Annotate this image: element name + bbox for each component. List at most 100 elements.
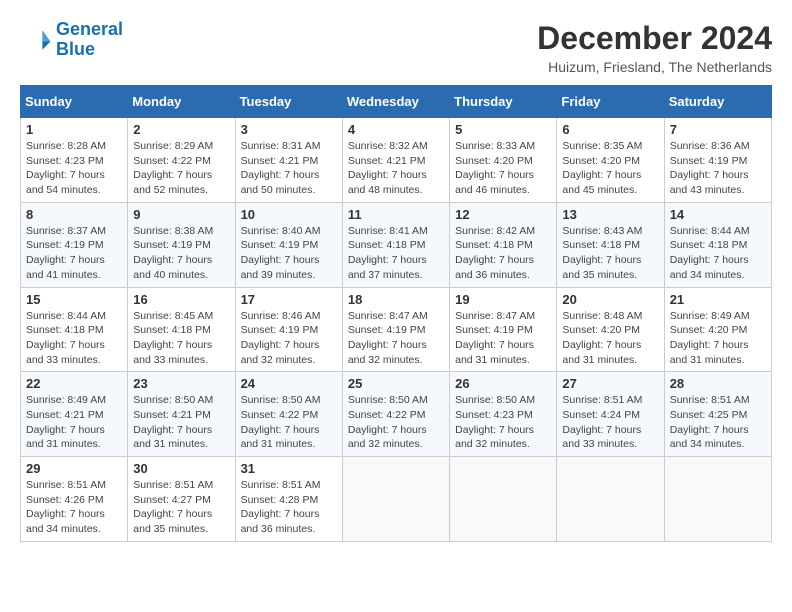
day-number: 13 bbox=[562, 207, 658, 222]
day-detail: Sunrise: 8:33 AMSunset: 4:20 PMDaylight:… bbox=[455, 139, 551, 198]
logo-general: General bbox=[56, 19, 123, 39]
day-cell: 17 Sunrise: 8:46 AMSunset: 4:19 PMDayligh… bbox=[235, 287, 342, 372]
calendar-table: SundayMondayTuesdayWednesdayThursdayFrid… bbox=[20, 85, 772, 542]
day-cell: 13 Sunrise: 8:43 AMSunset: 4:18 PMDayligh… bbox=[557, 202, 664, 287]
day-cell bbox=[664, 457, 771, 542]
day-number: 17 bbox=[241, 292, 337, 307]
day-cell: 26 Sunrise: 8:50 AMSunset: 4:23 PMDayligh… bbox=[450, 372, 557, 457]
logo: General Blue bbox=[20, 20, 123, 60]
logo-blue: Blue bbox=[56, 40, 123, 60]
day-cell: 25Sunrise: 8:50 AMSunset: 4:22 PMDayligh… bbox=[342, 372, 449, 457]
day-cell: 12 Sunrise: 8:42 AMSunset: 4:18 PMDayligh… bbox=[450, 202, 557, 287]
day-detail: Sunrise: 8:37 AMSunset: 4:19 PMDaylight:… bbox=[26, 224, 122, 283]
day-detail: Sunrise: 8:44 AMSunset: 4:18 PMDaylight:… bbox=[26, 309, 122, 368]
week-row-2: 8 Sunrise: 8:37 AMSunset: 4:19 PMDaylight… bbox=[21, 202, 772, 287]
day-number: 16 bbox=[133, 292, 229, 307]
day-cell: 5 Sunrise: 8:33 AMSunset: 4:20 PMDaylight… bbox=[450, 118, 557, 203]
day-cell: 28 Sunrise: 8:51 AMSunset: 4:25 PMDayligh… bbox=[664, 372, 771, 457]
day-detail: Sunrise: 8:48 AMSunset: 4:20 PMDaylight:… bbox=[562, 309, 658, 368]
day-detail: Sunrise: 8:41 AMSunset: 4:18 PMDaylight:… bbox=[348, 224, 444, 283]
day-number: 12 bbox=[455, 207, 551, 222]
title-area: December 2024 Huizum, Friesland, The Net… bbox=[537, 20, 772, 75]
day-cell bbox=[557, 457, 664, 542]
day-number: 29 bbox=[26, 461, 122, 476]
day-cell: 16Sunrise: 8:45 AMSunset: 4:18 PMDayligh… bbox=[128, 287, 235, 372]
day-number: 7 bbox=[670, 122, 766, 137]
day-number: 11 bbox=[348, 207, 444, 222]
day-number: 27 bbox=[562, 376, 658, 391]
day-number: 22 bbox=[26, 376, 122, 391]
day-cell: 20 Sunrise: 8:48 AMSunset: 4:20 PMDayligh… bbox=[557, 287, 664, 372]
day-detail: Sunrise: 8:51 AMSunset: 4:25 PMDaylight:… bbox=[670, 393, 766, 452]
day-detail: Sunrise: 8:50 AMSunset: 4:22 PMDaylight:… bbox=[348, 393, 444, 452]
day-number: 5 bbox=[455, 122, 551, 137]
day-number: 28 bbox=[670, 376, 766, 391]
day-detail: Sunrise: 8:51 AMSunset: 4:24 PMDaylight:… bbox=[562, 393, 658, 452]
day-number: 20 bbox=[562, 292, 658, 307]
day-cell: 9 Sunrise: 8:38 AMSunset: 4:19 PMDaylight… bbox=[128, 202, 235, 287]
day-number: 24 bbox=[241, 376, 337, 391]
day-cell: 21 Sunrise: 8:49 AMSunset: 4:20 PMDayligh… bbox=[664, 287, 771, 372]
day-number: 6 bbox=[562, 122, 658, 137]
day-cell bbox=[342, 457, 449, 542]
day-cell: 15 Sunrise: 8:44 AMSunset: 4:18 PMDayligh… bbox=[21, 287, 128, 372]
day-cell: 4 Sunrise: 8:32 AMSunset: 4:21 PMDaylight… bbox=[342, 118, 449, 203]
week-row-5: 29 Sunrise: 8:51 AMSunset: 4:26 PMDayligh… bbox=[21, 457, 772, 542]
day-cell: 24 Sunrise: 8:50 AMSunset: 4:22 PMDayligh… bbox=[235, 372, 342, 457]
day-cell: 14 Sunrise: 8:44 AMSunset: 4:18 PMDayligh… bbox=[664, 202, 771, 287]
day-detail: Sunrise: 8:32 AMSunset: 4:21 PMDaylight:… bbox=[348, 139, 444, 198]
day-detail: Sunrise: 8:38 AMSunset: 4:19 PMDaylight:… bbox=[133, 224, 229, 283]
day-cell: 11 Sunrise: 8:41 AMSunset: 4:18 PMDayligh… bbox=[342, 202, 449, 287]
day-number: 10 bbox=[241, 207, 337, 222]
day-detail: Sunrise: 8:49 AMSunset: 4:20 PMDaylight:… bbox=[670, 309, 766, 368]
col-header-thursday: Thursday bbox=[450, 86, 557, 118]
day-detail: Sunrise: 8:29 AMSunset: 4:22 PMDaylight:… bbox=[133, 139, 229, 198]
day-number: 21 bbox=[670, 292, 766, 307]
day-cell: 18Sunrise: 8:47 AMSunset: 4:19 PMDayligh… bbox=[342, 287, 449, 372]
day-detail: Sunrise: 8:47 AMSunset: 4:19 PMDaylight:… bbox=[348, 309, 444, 368]
day-number: 9 bbox=[133, 207, 229, 222]
day-number: 19 bbox=[455, 292, 551, 307]
day-number: 23 bbox=[133, 376, 229, 391]
day-cell: 31Sunrise: 8:51 AMSunset: 4:28 PMDayligh… bbox=[235, 457, 342, 542]
day-detail: Sunrise: 8:40 AMSunset: 4:19 PMDaylight:… bbox=[241, 224, 337, 283]
day-detail: Sunrise: 8:50 AMSunset: 4:21 PMDaylight:… bbox=[133, 393, 229, 452]
week-row-1: 1Sunrise: 8:28 AMSunset: 4:23 PMDaylight… bbox=[21, 118, 772, 203]
day-cell: 8 Sunrise: 8:37 AMSunset: 4:19 PMDaylight… bbox=[21, 202, 128, 287]
day-number: 2 bbox=[133, 122, 229, 137]
location-title: Huizum, Friesland, The Netherlands bbox=[537, 59, 772, 75]
day-detail: Sunrise: 8:43 AMSunset: 4:18 PMDaylight:… bbox=[562, 224, 658, 283]
col-header-monday: Monday bbox=[128, 86, 235, 118]
day-detail: Sunrise: 8:44 AMSunset: 4:18 PMDaylight:… bbox=[670, 224, 766, 283]
day-cell bbox=[450, 457, 557, 542]
day-cell: 23 Sunrise: 8:50 AMSunset: 4:21 PMDayligh… bbox=[128, 372, 235, 457]
day-cell: 2 Sunrise: 8:29 AMSunset: 4:22 PMDaylight… bbox=[128, 118, 235, 203]
day-number: 14 bbox=[670, 207, 766, 222]
calendar-header-row: SundayMondayTuesdayWednesdayThursdayFrid… bbox=[21, 86, 772, 118]
day-cell: 10 Sunrise: 8:40 AMSunset: 4:19 PMDayligh… bbox=[235, 202, 342, 287]
day-cell: 6Sunrise: 8:35 AMSunset: 4:20 PMDaylight… bbox=[557, 118, 664, 203]
day-number: 26 bbox=[455, 376, 551, 391]
day-number: 8 bbox=[26, 207, 122, 222]
day-cell: 7 Sunrise: 8:36 AMSunset: 4:19 PMDaylight… bbox=[664, 118, 771, 203]
day-detail: Sunrise: 8:46 AMSunset: 4:19 PMDaylight:… bbox=[241, 309, 337, 368]
day-detail: Sunrise: 8:42 AMSunset: 4:18 PMDaylight:… bbox=[455, 224, 551, 283]
day-detail: Sunrise: 8:50 AMSunset: 4:22 PMDaylight:… bbox=[241, 393, 337, 452]
day-detail: Sunrise: 8:36 AMSunset: 4:19 PMDaylight:… bbox=[670, 139, 766, 198]
week-row-4: 22 Sunrise: 8:49 AMSunset: 4:21 PMDayligh… bbox=[21, 372, 772, 457]
day-detail: Sunrise: 8:50 AMSunset: 4:23 PMDaylight:… bbox=[455, 393, 551, 452]
col-header-wednesday: Wednesday bbox=[342, 86, 449, 118]
day-detail: Sunrise: 8:51 AMSunset: 4:26 PMDaylight:… bbox=[26, 478, 122, 537]
day-detail: Sunrise: 8:51 AMSunset: 4:27 PMDaylight:… bbox=[133, 478, 229, 537]
month-title: December 2024 bbox=[537, 20, 772, 57]
day-cell: 22 Sunrise: 8:49 AMSunset: 4:21 PMDayligh… bbox=[21, 372, 128, 457]
day-detail: Sunrise: 8:47 AMSunset: 4:19 PMDaylight:… bbox=[455, 309, 551, 368]
col-header-saturday: Saturday bbox=[664, 86, 771, 118]
day-number: 15 bbox=[26, 292, 122, 307]
day-detail: Sunrise: 8:49 AMSunset: 4:21 PMDaylight:… bbox=[26, 393, 122, 452]
day-number: 1 bbox=[26, 122, 122, 137]
day-cell: 30Sunrise: 8:51 AMSunset: 4:27 PMDayligh… bbox=[128, 457, 235, 542]
day-number: 4 bbox=[348, 122, 444, 137]
header: General Blue December 2024 Huizum, Fries… bbox=[20, 20, 772, 75]
week-row-3: 15 Sunrise: 8:44 AMSunset: 4:18 PMDayligh… bbox=[21, 287, 772, 372]
